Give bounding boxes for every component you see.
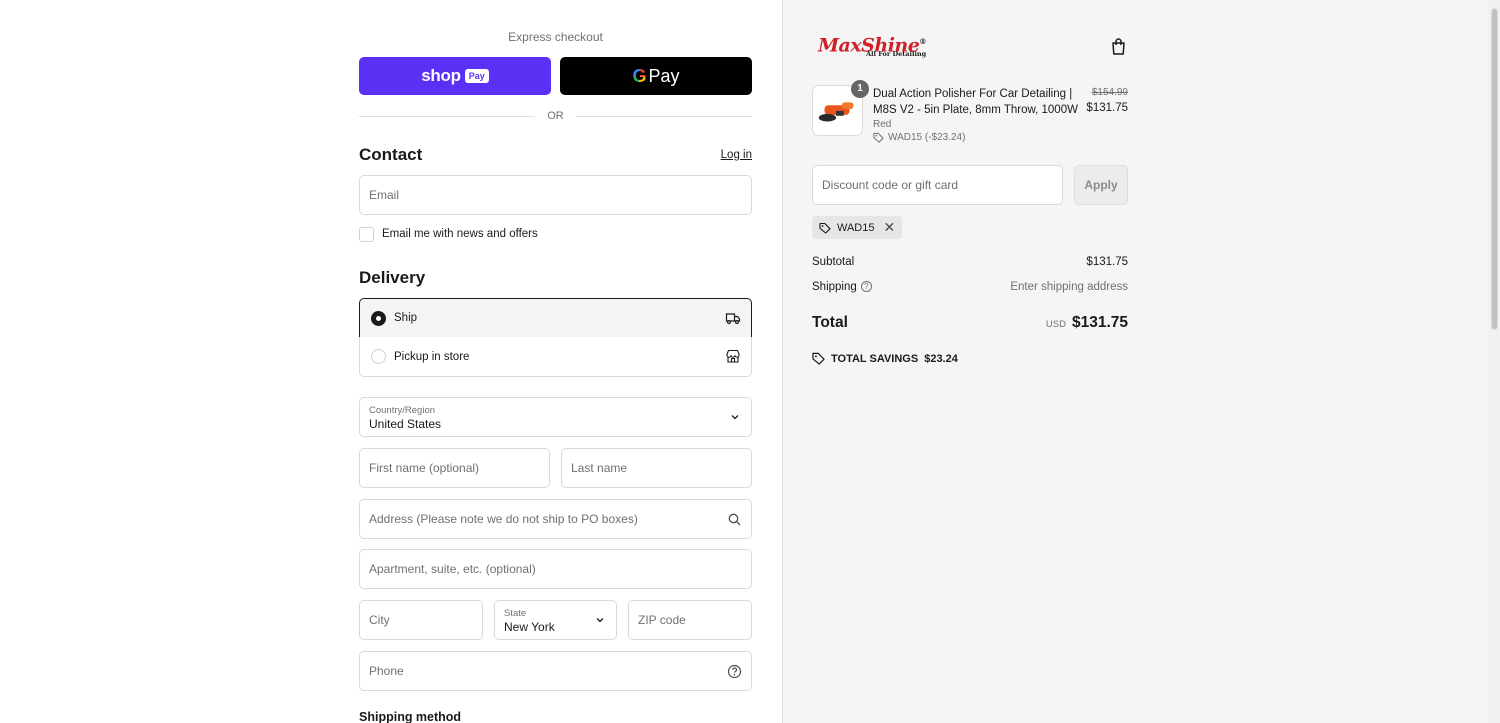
last-name-placeholder: Last name	[571, 461, 628, 475]
shipping-value: Enter shipping address	[1010, 281, 1128, 293]
help-icon[interactable]	[727, 664, 742, 679]
original-price: $154.99	[1091, 87, 1128, 98]
shop-pay-wordmark: shop	[421, 66, 461, 85]
apartment-field[interactable]: Apartment, suite, etc. (optional)	[359, 549, 752, 589]
chevron-down-icon	[731, 415, 739, 420]
state-label: State	[504, 608, 527, 619]
google-pay-button[interactable]: G Pay	[560, 57, 752, 95]
shop-pay-button[interactable]: shop Pay	[359, 57, 551, 95]
news-offers-checkbox[interactable]	[359, 226, 374, 242]
remove-discount-icon[interactable]: ✕	[884, 219, 896, 236]
subtotal-label: Subtotal	[812, 256, 855, 268]
zip-field[interactable]: ZIP code	[628, 600, 752, 640]
shipping-label: Shipping	[812, 281, 857, 293]
apartment-placeholder: Apartment, suite, etc. (optional)	[369, 562, 536, 576]
first-name-field[interactable]: First name (optional)	[359, 448, 550, 488]
shopping-bag-icon[interactable]	[1110, 37, 1127, 56]
discounted-price: $131.75	[1086, 102, 1128, 114]
pickup-radio[interactable]	[371, 349, 386, 364]
subtotal-value: $131.75	[1086, 256, 1128, 268]
state-select[interactable]: State New York	[494, 600, 617, 640]
phone-placeholder: Phone	[369, 664, 404, 678]
tag-icon	[819, 222, 831, 234]
total-value: $131.75	[1071, 314, 1128, 331]
subtotal-row: Subtotal $131.75	[812, 256, 1128, 268]
total-row: Total USD $131.75	[812, 314, 1128, 332]
news-offers-label[interactable]: Email me with news and offers	[382, 228, 538, 240]
shipping-method-heading: Shipping method	[359, 710, 462, 723]
product-discount: WAD15 (-$23.24)	[873, 132, 965, 143]
shipping-row: Shipping? Enter shipping address	[812, 281, 1128, 293]
ship-radio[interactable]	[371, 310, 386, 326]
total-savings: TOTAL SAVINGS $23.24	[812, 352, 958, 365]
last-name-field[interactable]: Last name	[561, 448, 752, 488]
country-label: Country/Region	[369, 405, 436, 416]
delivery-option-ship[interactable]: Ship	[359, 298, 752, 338]
tag-icon	[812, 352, 825, 365]
or-divider: OR	[359, 108, 752, 124]
divider-line	[359, 115, 536, 117]
total-label: Total	[812, 314, 848, 331]
product-discount-text: WAD15 (-$23.24)	[888, 132, 966, 143]
question-icon[interactable]: ?	[860, 281, 872, 293]
address-placeholder: Address (Please note we do not ship to P…	[369, 512, 638, 526]
quantity-badge: 1	[851, 80, 869, 98]
apply-button[interactable]: Apply	[1074, 165, 1128, 205]
page-scrollbar[interactable]	[1488, 0, 1500, 723]
city-placeholder: City	[369, 613, 390, 627]
phone-field[interactable]: Phone	[359, 651, 752, 691]
savings-label: TOTAL SAVINGS	[831, 352, 919, 365]
delivery-heading: Delivery	[359, 268, 426, 287]
ship-label: Ship	[394, 312, 418, 324]
delivery-option-pickup[interactable]: Pickup in store	[359, 337, 752, 377]
discount-code-input[interactable]: Discount code or gift card	[812, 165, 1063, 205]
savings-value: $23.24	[924, 352, 958, 365]
discount-code-placeholder: Discount code or gift card	[822, 178, 959, 192]
tag-icon	[873, 132, 884, 143]
currency-code: USD	[1045, 319, 1066, 330]
google-g-icon: G	[632, 65, 647, 86]
maxshine-logo[interactable]: MaxShine® All For Detailing	[818, 32, 928, 60]
store-icon	[726, 349, 740, 363]
applied-code-text: WAD15	[837, 221, 875, 234]
chevron-down-icon	[596, 618, 604, 623]
delivery-method-group: Ship Pickup in store	[359, 298, 752, 377]
shop-pay-badge: Pay	[464, 69, 489, 83]
truck-icon	[725, 313, 741, 325]
pickup-label: Pickup in store	[394, 350, 470, 363]
or-label: OR	[547, 110, 564, 122]
logo-tagline: All For Detailing	[866, 50, 927, 58]
first-name-placeholder: First name (optional)	[369, 461, 480, 475]
zip-placeholder: ZIP code	[638, 613, 686, 627]
news-offers-row: Email me with news and offers	[359, 226, 538, 242]
product-variant: Red	[873, 119, 892, 130]
google-pay-label: Pay	[648, 65, 680, 86]
scrollbar-thumb[interactable]	[1491, 8, 1498, 330]
city-field[interactable]: City	[359, 600, 483, 640]
login-link[interactable]: Log in	[690, 149, 752, 161]
country-value: United States	[369, 417, 442, 431]
product-name: Dual Action Polisher For Car Detailing |…	[873, 88, 1078, 116]
express-checkout-title: Express checkout	[508, 30, 603, 44]
search-icon	[728, 513, 741, 526]
email-field[interactable]: Email	[359, 175, 752, 215]
applied-discount-chip: WAD15 ✕	[812, 216, 903, 239]
contact-heading: Contact	[359, 145, 423, 164]
divider-line	[575, 115, 752, 117]
address-field[interactable]: Address (Please note we do not ship to P…	[359, 499, 752, 539]
country-select[interactable]: Country/Region United States	[359, 397, 752, 437]
state-value: New York	[504, 620, 555, 634]
email-placeholder: Email	[369, 188, 400, 202]
